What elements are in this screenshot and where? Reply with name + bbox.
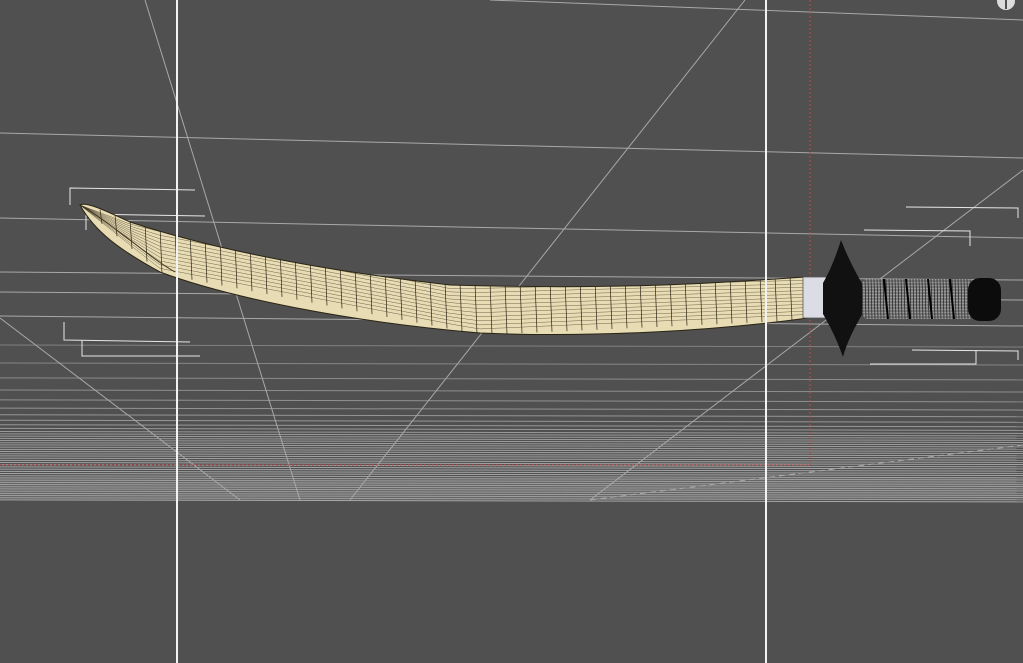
vertical-guide-left[interactable] bbox=[176, 0, 178, 663]
viewport-options-icon-glyph bbox=[1005, 0, 1007, 9]
floor-grid-line bbox=[0, 459, 1023, 463]
floor-grid-line bbox=[0, 475, 1023, 479]
floor-grid-line bbox=[0, 344, 1023, 348]
floor-grid-line bbox=[0, 407, 1023, 411]
floor-grid-line bbox=[0, 444, 1023, 448]
floor-grid-line bbox=[0, 455, 1023, 459]
floor-grid-line bbox=[0, 437, 1023, 441]
horizon-band bbox=[0, 478, 1023, 500]
floor-grid-line bbox=[0, 377, 1023, 381]
floor-grid-line bbox=[0, 468, 1023, 472]
floor-grid bbox=[0, 344, 1023, 503]
floor-grid-line bbox=[0, 419, 1023, 423]
floor-grid-line bbox=[0, 473, 1023, 477]
floor-grid-line bbox=[0, 427, 1023, 431]
floor-grid-line bbox=[0, 448, 1023, 452]
floor-grid-line bbox=[0, 424, 1023, 428]
floor-grid-line bbox=[0, 499, 1023, 503]
floor-grid-line bbox=[0, 440, 1023, 444]
floor-grid-line bbox=[0, 470, 1023, 474]
sword-guard[interactable] bbox=[823, 240, 864, 357]
floor-grid-line bbox=[0, 442, 1023, 446]
vertical-guide-right[interactable] bbox=[765, 0, 767, 663]
sword-pommel[interactable] bbox=[968, 278, 1001, 321]
floor-grid-line bbox=[0, 457, 1023, 461]
floor-grid-line bbox=[0, 399, 1023, 403]
floor-grid-line bbox=[0, 435, 1023, 439]
floor-grid-line bbox=[0, 446, 1023, 450]
3d-viewport[interactable]: viewport-options-icon bbox=[0, 0, 1023, 663]
floor-grid-line bbox=[0, 453, 1023, 457]
viewport-scene bbox=[0, 0, 1023, 503]
floor-grid-line bbox=[0, 466, 1023, 470]
floor-grid-line bbox=[0, 414, 1023, 418]
sword-blade[interactable] bbox=[79, 203, 809, 336]
floor-grid-line bbox=[0, 430, 1023, 434]
floor-grid-line bbox=[0, 389, 1023, 393]
floor-grid-line bbox=[0, 362, 1023, 366]
sword-model[interactable] bbox=[79, 203, 1001, 357]
floor-grid-line bbox=[0, 451, 1023, 455]
